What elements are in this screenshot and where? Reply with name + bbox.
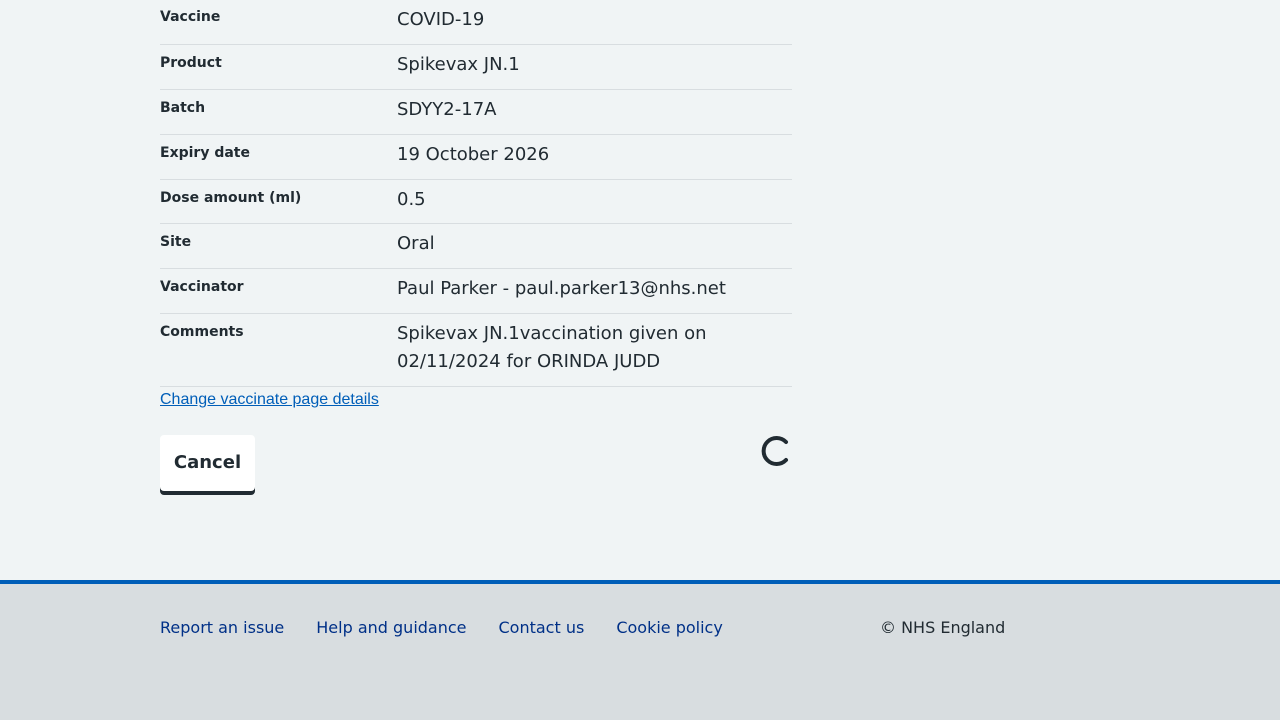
- summary-row-comments: Comments Spikevax JN.1vaccination given …: [160, 314, 792, 387]
- summary-row-vaccinator: Vaccinator Paul Parker - paul.parker13@n…: [160, 269, 792, 314]
- footer-link-contact-us[interactable]: Contact us: [499, 618, 585, 637]
- spinner-arc: [761, 436, 788, 466]
- summary-key: Comments: [160, 324, 244, 340]
- summary-key: Expiry date: [160, 145, 250, 161]
- cancel-button[interactable]: Cancel: [160, 435, 255, 491]
- footer-links: Report an issue Help and guidance Contac…: [160, 618, 723, 637]
- summary-key: Vaccine: [160, 9, 221, 25]
- summary-row-dose-amount: Dose amount (ml) 0.5: [160, 180, 792, 224]
- vaccination-summary: Vaccine COVID-19 Product Spikevax JN.1 B…: [160, 0, 792, 495]
- summary-row-site: Site Oral: [160, 224, 792, 269]
- summary-key: Dose amount (ml): [160, 190, 302, 206]
- summary-key: Vaccinator: [160, 279, 244, 295]
- form-actions: Cancel: [160, 435, 792, 495]
- footer-link-cookie-policy[interactable]: Cookie policy: [616, 618, 723, 637]
- summary-value: 0.5: [397, 189, 426, 210]
- footer-link-report-issue[interactable]: Report an issue: [160, 618, 284, 637]
- summary-value: COVID-19: [397, 9, 485, 30]
- summary-key: Product: [160, 55, 222, 71]
- summary-value: Spikevax JN.1vaccination given on 02/11/…: [397, 323, 707, 372]
- summary-row-vaccine: Vaccine COVID-19: [160, 0, 792, 45]
- footer-link-help-guidance[interactable]: Help and guidance: [316, 618, 466, 637]
- footer: Report an issue Help and guidance Contac…: [0, 580, 1280, 720]
- summary-value: 19 October 2026: [397, 144, 550, 165]
- summary-value: SDYY2-17A: [397, 99, 497, 120]
- copyright: © NHS England: [880, 618, 1006, 637]
- summary-value: Paul Parker - paul.parker13@nhs.net: [397, 278, 726, 299]
- summary-key: Batch: [160, 100, 206, 116]
- spinner-icon: [761, 436, 788, 466]
- summary-row-expiry-date: Expiry date 19 October 2026: [160, 135, 792, 180]
- summary-value: Spikevax JN.1: [397, 54, 520, 75]
- summary-key: Site: [160, 234, 192, 250]
- summary-row-product: Product Spikevax JN.1: [160, 45, 792, 90]
- summary-row-batch: Batch SDYY2-17A: [160, 90, 792, 135]
- summary-value: Oral: [397, 233, 435, 254]
- change-details-link[interactable]: Change vaccinate page details: [160, 391, 379, 409]
